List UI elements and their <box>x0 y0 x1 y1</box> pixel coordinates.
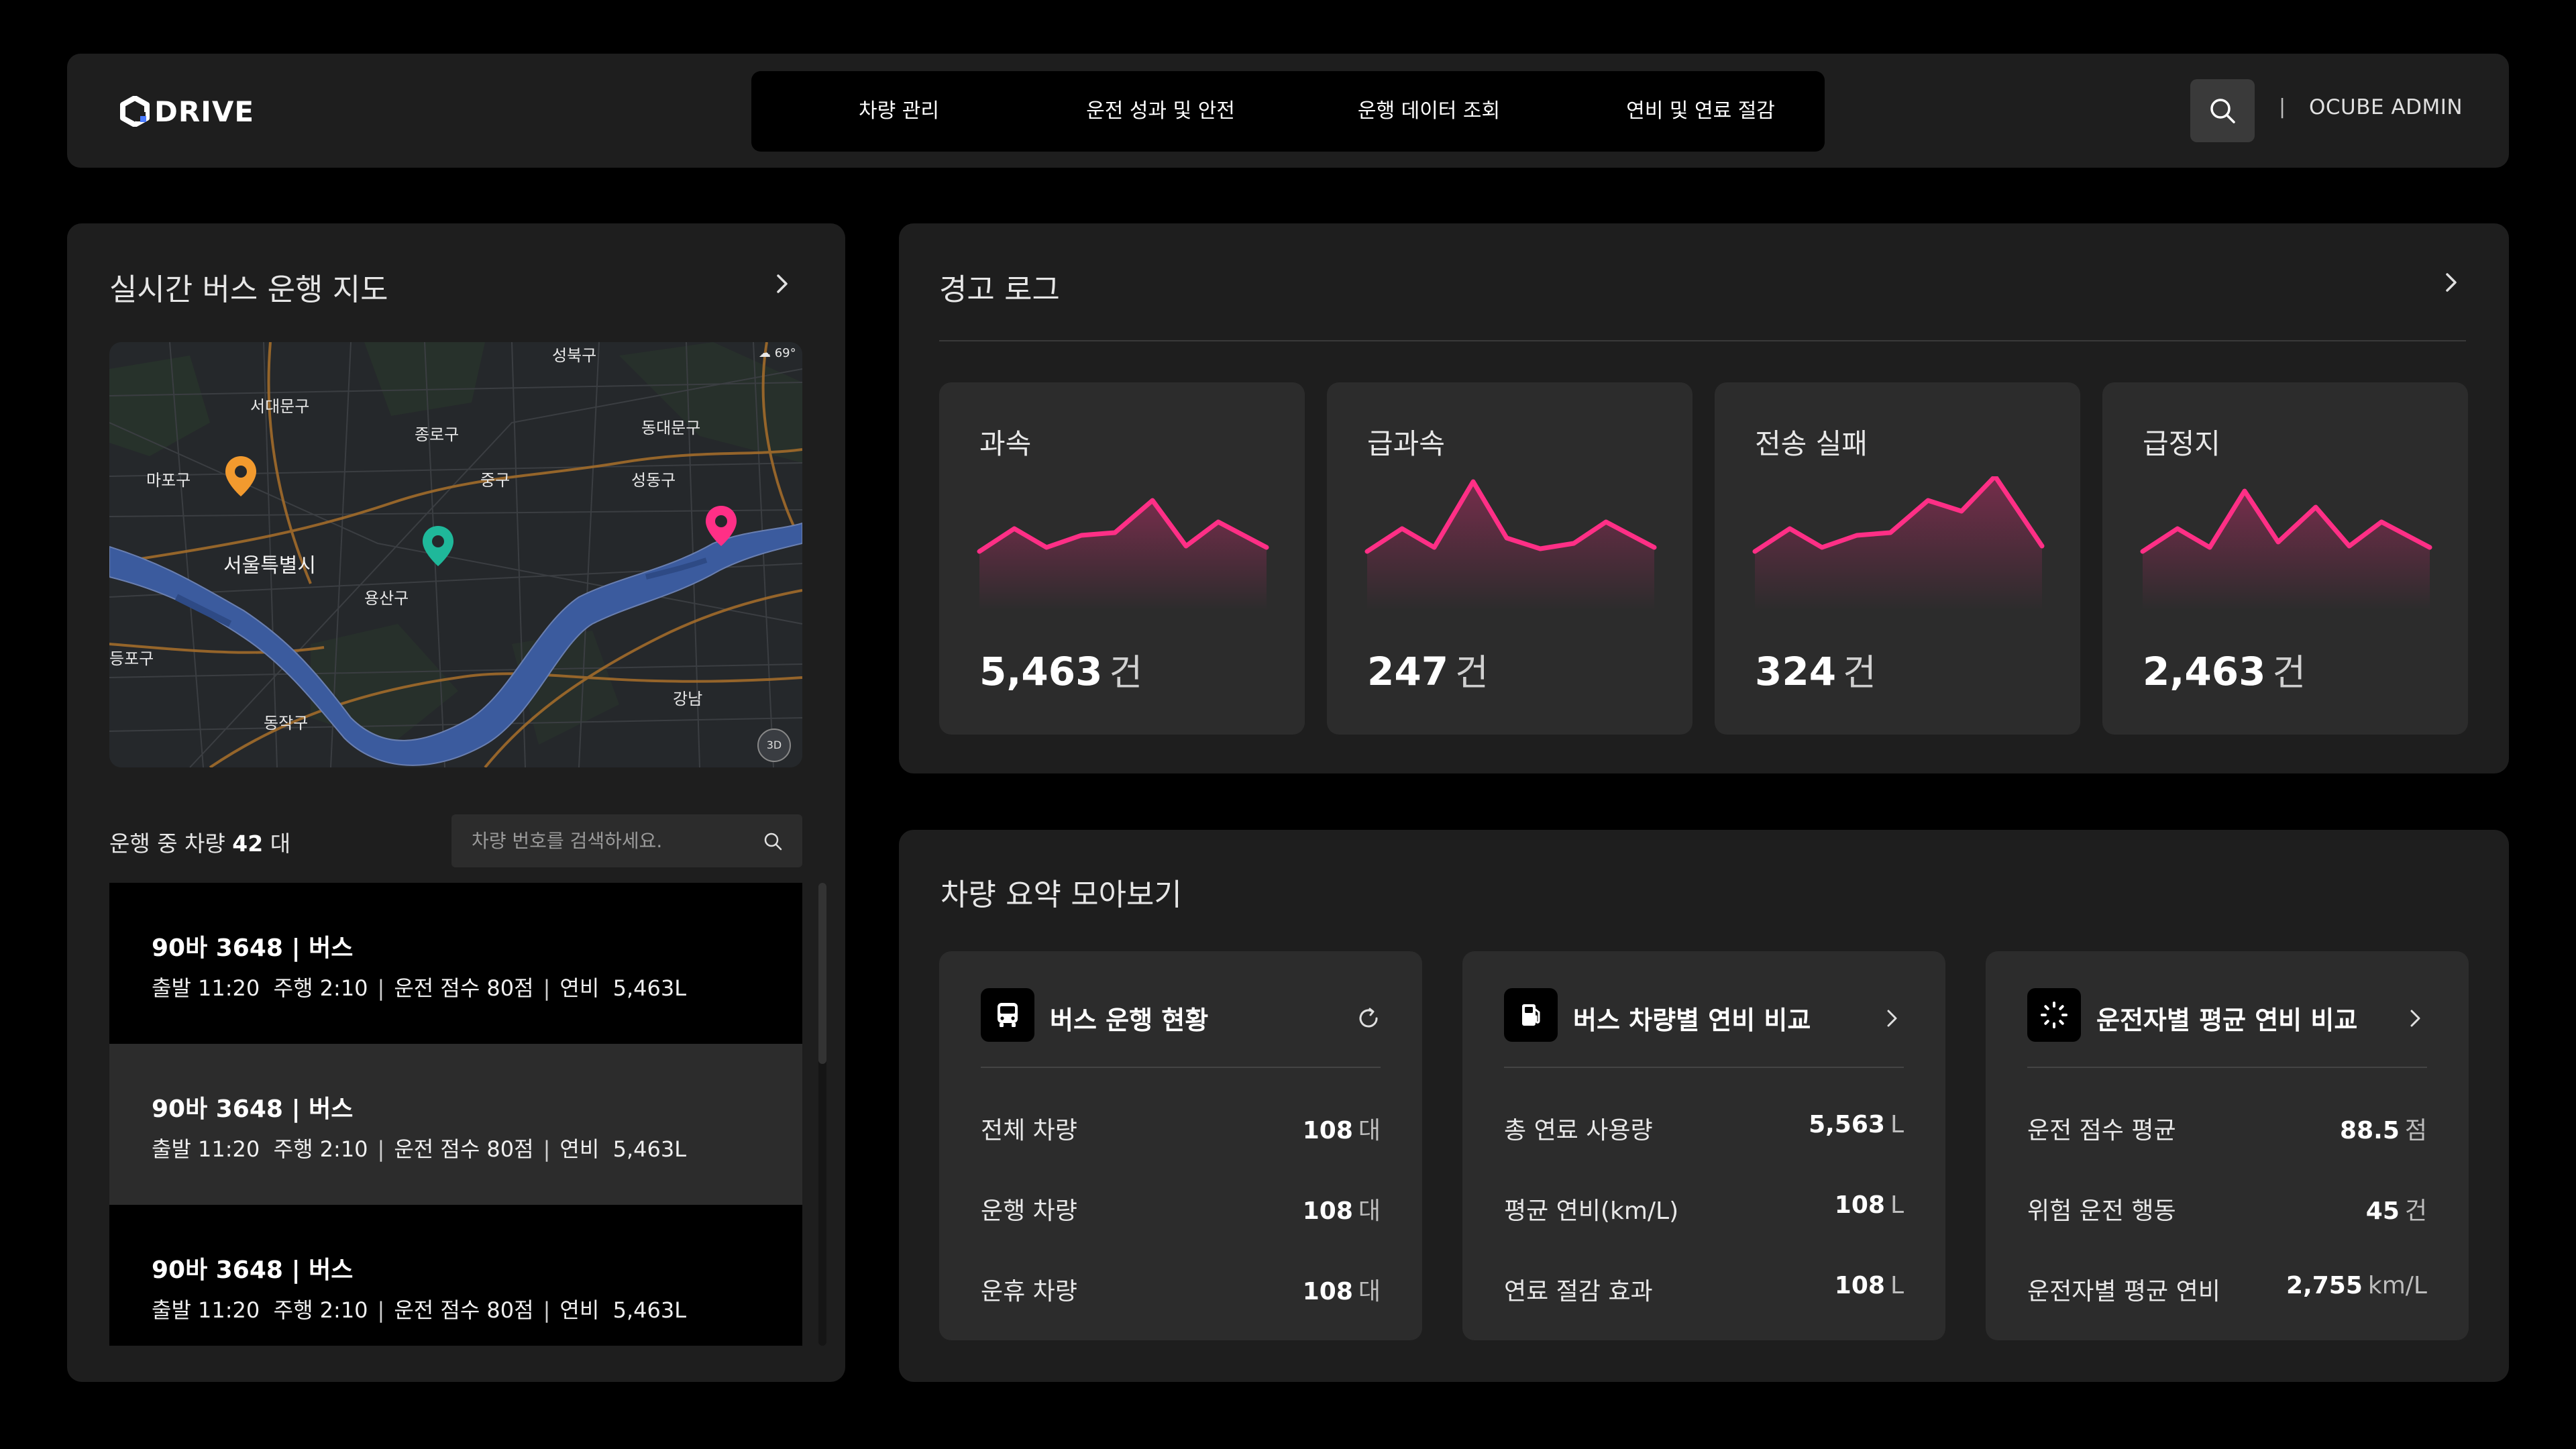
summary-row: 연료 절감 효과 108 L <box>1504 1272 1904 1305</box>
alert-log-panel: 경고 로그 과속 5,463 건 급과속 247 건 전송 실패 324 건 급정지 <box>899 223 2509 773</box>
map-panel-title: 실시간 버스 운행 지도 <box>109 272 388 307</box>
nav-vehicle-management[interactable]: 차량 관리 <box>818 71 979 152</box>
nav-driving-performance-safety[interactable]: 운전 성과 및 안전 <box>1060 71 1261 152</box>
bus-location-pin[interactable] <box>223 455 258 499</box>
summary-row: 전체 차량 108 대 <box>981 1117 1381 1144</box>
header-search-button[interactable] <box>2190 79 2255 142</box>
divider <box>981 1067 1381 1068</box>
bus-fuel-efficiency-card: 버스 차량별 연비 비교 총 연료 사용량 5,563 L 평균 연비(km/L)… <box>1462 951 1945 1340</box>
map-label-dongjak: 동작구 <box>264 714 309 733</box>
header-separator: | <box>2279 95 2286 119</box>
chevron-right-icon[interactable] <box>2402 1005 2428 1032</box>
summary-panel-title: 차량 요약 모아보기 <box>941 877 1182 912</box>
divider <box>939 340 2466 341</box>
loading-icon <box>2027 988 2081 1042</box>
sparkline-chart <box>977 498 1269 610</box>
summary-row: 운행 차량 108 대 <box>981 1197 1381 1225</box>
admin-account[interactable]: OCUBE ADMIN <box>2309 95 2463 119</box>
map-label-yeongdeungpo: 등포구 <box>109 649 154 668</box>
map-label-seongdong: 성동구 <box>631 471 676 490</box>
sparkline-chart <box>1364 479 1657 610</box>
bus-location-pin[interactable] <box>421 525 455 569</box>
card-title: 버스 운행 현황 <box>1050 1006 1209 1035</box>
alert-card-title: 급정지 <box>2143 427 2220 460</box>
summary-row: 운전 점수 평균 88.5 점 <box>2027 1117 2427 1144</box>
refresh-icon[interactable] <box>1355 1005 1382 1032</box>
map-label-junggu: 중구 <box>480 471 511 490</box>
alert-card-value: 5,463 건 <box>979 649 1143 694</box>
map-label-seodaemun: 서대문구 <box>250 397 310 416</box>
top-header: DRIVE 차량 관리 운전 성과 및 안전 운행 데이터 조회 연비 및 연료… <box>67 54 2509 168</box>
main-nav: 차량 관리 운전 성과 및 안전 운행 데이터 조회 연비 및 연료 절감 <box>751 71 1825 152</box>
alert-card-sudden-stop[interactable]: 급정지 2,463 건 <box>2102 382 2468 735</box>
realtime-bus-map-panel: 실시간 버스 운행 지도 성북구 서대문구 종로구 동대문구 마포구 중구 성동… <box>67 223 845 1382</box>
live-map[interactable]: 성북구 서대문구 종로구 동대문구 마포구 중구 성동구 서울특별시 용산구 등… <box>109 342 802 767</box>
map-label-gangnam: 강남 <box>673 690 703 708</box>
map-3d-toggle[interactable]: 3D <box>757 729 791 762</box>
vehicle-list-item[interactable]: 90바 3648 | 버스 출발 11:20 주행 2:10 | 운전 점수 80점… <box>109 883 802 1044</box>
vehicle-summary-panel: 차량 요약 모아보기 버스 운행 현황 전체 차량 108 대 운행 차량 108… <box>899 830 2509 1382</box>
summary-row: 운전자별 평균 연비 2,755 km/L <box>2027 1272 2427 1305</box>
vehicle-list-item[interactable]: 90바 3648 | 버스 출발 11:20 주행 2:10 | 운전 점수 80점… <box>109 1205 802 1346</box>
card-title: 버스 차량별 연비 비교 <box>1573 1006 1811 1035</box>
drive-logo[interactable]: DRIVE <box>119 94 254 129</box>
alert-card-title: 과속 <box>979 427 1032 460</box>
alert-card-title: 전송 실패 <box>1755 427 1868 460</box>
divider <box>1504 1067 1904 1068</box>
vehicle-search <box>451 814 802 867</box>
map-label-seongbuk: 성북구 <box>552 346 597 365</box>
weather-indicator: ☁ 69° <box>759 346 796 360</box>
alert-card-speeding[interactable]: 과속 5,463 건 <box>939 382 1305 735</box>
driver-fuel-efficiency-card: 운전자별 평균 연비 비교 운전 점수 평균 88.5 점 위험 운전 행동 45… <box>1986 951 2469 1340</box>
vehicle-meta: 출발 11:20 주행 2:10 | 운전 점수 80점 | 연비 5,463L <box>152 975 687 1001</box>
map-label-dongdaemun: 동대문구 <box>641 419 701 437</box>
summary-row: 위험 운전 행동 45 건 <box>2027 1197 2427 1225</box>
nav-driving-data-lookup[interactable]: 운행 데이터 조회 <box>1328 71 1529 152</box>
fuel-pump-icon <box>1504 988 1558 1042</box>
scrollbar-thumb[interactable] <box>818 883 826 1064</box>
vehicle-meta: 출발 11:20 주행 2:10 | 운전 점수 80점 | 연비 5,463L <box>152 1136 687 1162</box>
logo-text: DRIVE <box>154 95 255 128</box>
chevron-right-icon[interactable] <box>1878 1005 1905 1032</box>
sparkline-chart <box>1752 476 2045 610</box>
alert-card-rapid-acceleration[interactable]: 급과속 247 건 <box>1327 382 1693 735</box>
vehicle-name: 90바 3648 | 버스 <box>152 1095 354 1123</box>
cube-logo-icon <box>120 96 150 127</box>
map-label-yongsan: 용산구 <box>364 589 409 608</box>
alert-card-transmission-failure[interactable]: 전송 실패 324 건 <box>1715 382 2080 735</box>
bus-icon <box>981 988 1034 1042</box>
alert-card-value: 247 건 <box>1367 649 1489 694</box>
sparkline-chart <box>2140 488 2432 610</box>
alert-card-value: 324 건 <box>1755 649 1876 694</box>
alert-card-title: 급과속 <box>1367 427 1445 460</box>
vehicle-name: 90바 3648 | 버스 <box>152 1256 354 1284</box>
map-label-mapo: 마포구 <box>146 471 191 490</box>
card-title: 운전자별 평균 연비 비교 <box>2096 1006 2358 1035</box>
divider <box>2027 1067 2427 1068</box>
map-label-jongno: 종로구 <box>415 425 460 444</box>
summary-row: 운휴 차량 108 대 <box>981 1278 1381 1305</box>
vehicle-list-scrollbar[interactable] <box>818 883 826 1346</box>
summary-row: 총 연료 사용량 5,563 L <box>1504 1111 1904 1144</box>
alert-panel-title: 경고 로그 <box>939 272 1060 307</box>
summary-row: 평균 연비(km/L) 108 L <box>1504 1191 1904 1225</box>
vehicle-meta: 출발 11:20 주행 2:10 | 운전 점수 80점 | 연비 5,463L <box>152 1297 687 1323</box>
bus-location-pin[interactable] <box>704 504 739 549</box>
chevron-right-icon[interactable] <box>2442 270 2461 294</box>
search-icon <box>2210 99 2235 123</box>
chevron-right-icon[interactable] <box>773 272 792 296</box>
map-label-seoul: 서울특별시 <box>223 554 316 578</box>
bus-operation-status-card: 버스 운행 현황 전체 차량 108 대 운행 차량 108 대 운휴 차량 108… <box>939 951 1422 1340</box>
vehicle-list: 90바 3648 | 버스 출발 11:20 주행 2:10 | 운전 점수 80점… <box>109 883 802 1346</box>
running-vehicle-count: 운행 중 차량 42 대 <box>109 830 291 857</box>
alert-card-value: 2,463 건 <box>2143 649 2306 694</box>
vehicle-list-item[interactable]: 90바 3648 | 버스 출발 11:20 주행 2:10 | 운전 점수 80점… <box>109 1044 802 1205</box>
search-icon[interactable] <box>762 830 784 852</box>
vehicle-search-input[interactable] <box>472 814 753 867</box>
nav-fuel-efficiency-savings[interactable]: 연비 및 연료 절감 <box>1600 71 1801 152</box>
vehicle-name: 90바 3648 | 버스 <box>152 934 354 962</box>
